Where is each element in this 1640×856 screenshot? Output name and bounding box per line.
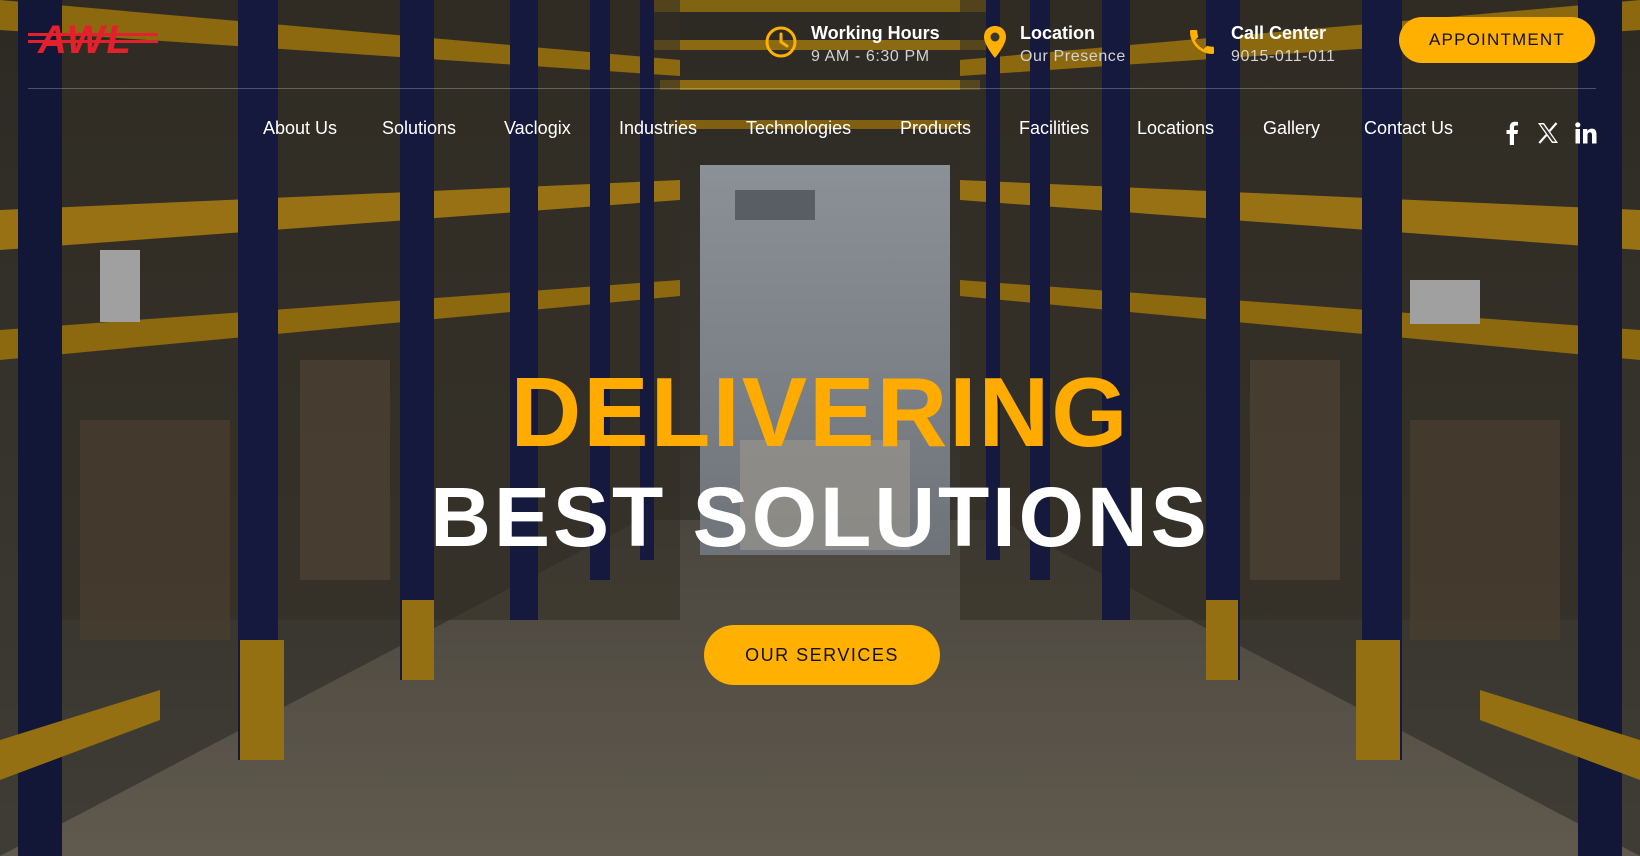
call-center-title: Call Center: [1231, 23, 1327, 43]
location-detail: Our Presence: [1020, 48, 1126, 65]
call-center-info[interactable]: Call Center 9015-011-011: [1185, 22, 1335, 67]
our-services-button[interactable]: OUR SERVICES: [704, 625, 940, 685]
linkedin-icon[interactable]: [1574, 121, 1598, 145]
clock-icon: [763, 22, 799, 62]
nav-vaclogix[interactable]: Vaclogix: [504, 118, 571, 139]
nav-technologies[interactable]: Technologies: [746, 118, 851, 139]
header-divider: [28, 88, 1596, 89]
awl-logo[interactable]: AWL: [28, 17, 164, 62]
nav-industries[interactable]: Industries: [619, 118, 697, 139]
main-nav: About Us Solutions Vaclogix Industries T…: [0, 118, 1640, 148]
nav-products[interactable]: Products: [900, 118, 971, 139]
appointment-button[interactable]: APPOINTMENT: [1399, 17, 1595, 63]
nav-gallery[interactable]: Gallery: [1263, 118, 1320, 139]
nav-facilities[interactable]: Facilities: [1019, 118, 1089, 139]
location-title: Location: [1020, 23, 1095, 43]
nav-about-us[interactable]: About Us: [263, 118, 337, 139]
hero-headline-line2: BEST SOLUTIONS: [430, 470, 1210, 564]
nav-solutions[interactable]: Solutions: [382, 118, 456, 139]
x-icon[interactable]: [1536, 121, 1560, 145]
map-pin-icon: [982, 22, 1008, 62]
nav-locations[interactable]: Locations: [1137, 118, 1214, 139]
nav-contact-us[interactable]: Contact Us: [1364, 118, 1453, 139]
working-hours-detail: 9 AM - 6:30 PM: [811, 48, 930, 65]
svg-text:AWL: AWL: [37, 18, 133, 61]
phone-icon: [1185, 22, 1219, 62]
call-center-number: 9015-011-011: [1231, 48, 1336, 65]
top-bar: AWL Working Hours 9 AM - 6:30 PM Locatio…: [0, 0, 1640, 89]
working-hours-title: Working Hours: [811, 23, 940, 43]
working-hours-info: Working Hours 9 AM - 6:30 PM: [763, 22, 940, 67]
location-info[interactable]: Location Our Presence: [982, 22, 1126, 67]
hero-headline-line1: DELIVERING: [510, 357, 1130, 467]
facebook-icon[interactable]: [1500, 121, 1524, 145]
